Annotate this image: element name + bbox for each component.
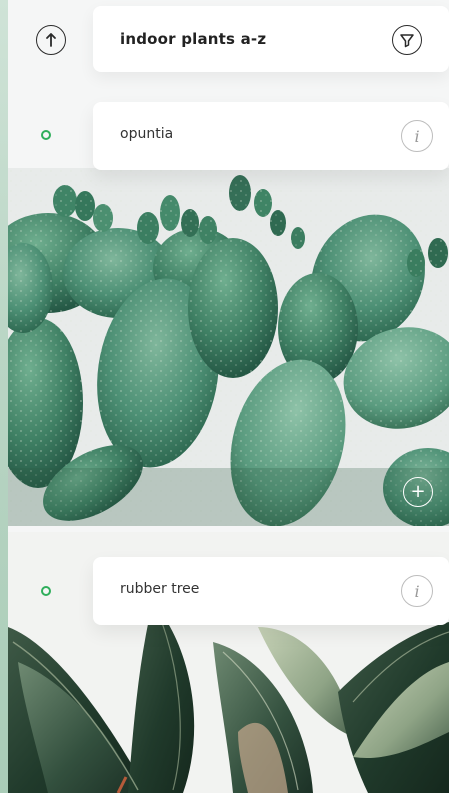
filter-icon [400, 34, 414, 48]
plant-name: rubber tree [120, 581, 200, 597]
plant-list-screen: indoor plants a-z opuntia i + rubber tre… [8, 0, 449, 793]
scroll-up-button[interactable] [36, 25, 66, 55]
info-button[interactable]: i [401, 120, 433, 152]
info-icon: i [414, 581, 420, 601]
arrow-up-icon [46, 33, 56, 47]
plant-card-opuntia[interactable]: opuntia i [93, 102, 449, 170]
info-button[interactable]: i [401, 575, 433, 607]
add-button[interactable]: + [403, 477, 433, 507]
cactus-image [8, 168, 449, 526]
filter-button[interactable] [392, 25, 422, 55]
info-icon: i [414, 126, 420, 146]
plus-icon: + [410, 481, 426, 502]
opuntia-photo: + [8, 168, 449, 526]
page-title: indoor plants a-z [120, 30, 267, 48]
plant-card-rubber-tree[interactable]: rubber tree i [93, 557, 449, 625]
left-edge-strip [0, 0, 8, 793]
plant-name: opuntia [120, 126, 174, 142]
plant-indicator-dot [41, 586, 51, 596]
plant-indicator-dot [41, 130, 51, 140]
